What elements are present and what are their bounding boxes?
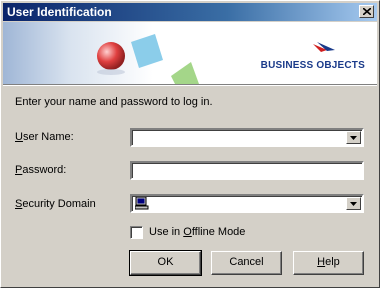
cancel-button[interactable]: Cancel [211,251,282,275]
business-objects-logo-icon [313,42,335,52]
close-button[interactable] [359,5,374,18]
security-domain-combobox[interactable] [130,194,364,213]
help-button[interactable]: Help [293,251,364,275]
title-bar[interactable]: User Identification [3,3,377,21]
chevron-down-icon [350,136,357,140]
password-label: Password: [15,164,67,176]
user-identification-dialog: User Identification BUSINESS OBJECTS Ent… [0,0,380,288]
intro-text: Enter your name and password to log in. [15,96,213,108]
computer-icon [135,197,149,210]
decorative-shapes-icon [97,34,199,84]
user-name-label: User Name: [15,131,74,143]
offline-mode-label[interactable]: Use in Offline Mode [149,226,245,238]
user-name-dropdown-button[interactable] [346,131,361,144]
window-title: User Identification [7,5,112,19]
business-objects-logo: BUSINESS OBJECTS [260,60,365,71]
header-banner: BUSINESS OBJECTS [3,22,377,84]
close-icon [363,8,371,15]
security-domain-label: Security Domain [15,198,96,210]
security-domain-dropdown-button[interactable] [346,197,361,210]
user-name-combobox[interactable] [130,128,364,147]
ok-button[interactable]: OK [129,250,202,276]
chevron-down-icon [350,202,357,206]
divider-highlight [3,85,377,86]
password-field[interactable] [130,161,364,180]
offline-mode-checkbox[interactable] [130,226,143,239]
